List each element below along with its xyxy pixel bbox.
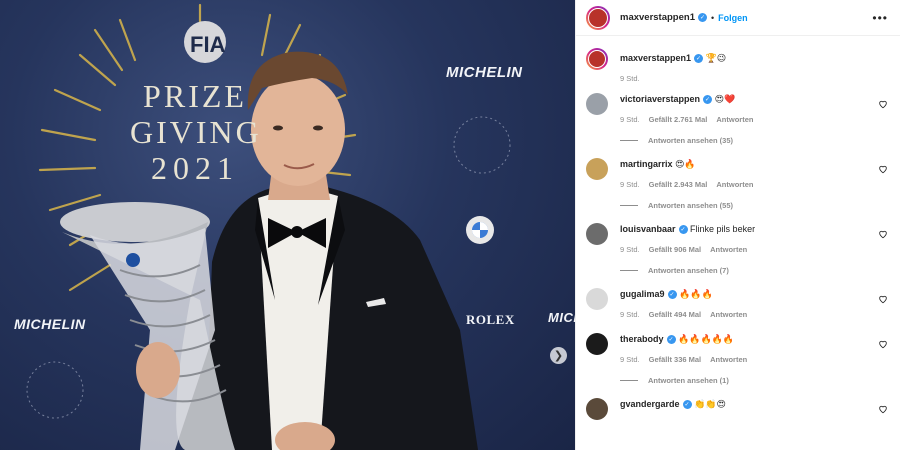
comment-text: 😍❤️ [714, 94, 736, 104]
comment-likes[interactable]: Gefällt 2.943 Mal [649, 180, 708, 189]
michelin-logo-left: MICHELIN [14, 316, 86, 332]
like-heart-icon[interactable] [878, 229, 888, 239]
comment-username[interactable]: martingarrix [620, 159, 673, 169]
comment-text: 😍🔥 [675, 159, 696, 169]
comments-list: maxverstappen1 ✓ 🏆😉 9 Std. victoriaversta… [576, 36, 900, 420]
reply-button[interactable]: Antworten [710, 245, 747, 254]
reply-button[interactable]: Antworten [710, 355, 747, 364]
comment-item: therabody ✓ 🔥🔥🔥🔥🔥 9 Std. Gefällt 336 Mal … [586, 333, 890, 385]
comment-time: 9 Std. [620, 245, 640, 254]
comment-time: 9 Std. [620, 115, 640, 124]
author-avatar[interactable] [586, 5, 610, 30]
commenter-avatar[interactable] [586, 288, 608, 310]
commenter-avatar[interactable] [586, 93, 608, 115]
comment-username[interactable]: victoriaverstappen [620, 94, 700, 104]
emblem-right [453, 116, 511, 174]
comment-text: 🔥🔥🔥 [679, 289, 713, 299]
verified-icon: ✓ [682, 400, 692, 410]
reply-button[interactable]: Antworten [716, 180, 753, 189]
view-replies-button[interactable]: Antworten ansehen (35) [620, 136, 890, 145]
comment-username[interactable]: louisvanbaar [620, 224, 676, 234]
comment-time: 9 Std. [620, 180, 640, 189]
post-header: maxverstappen1 ✓ • Folgen ••• [576, 0, 900, 36]
caption-text: 🏆😉 [705, 53, 727, 63]
verified-icon: ✓ [703, 95, 713, 105]
svg-text:FIA: FIA [190, 32, 226, 57]
caption-username[interactable]: maxverstappen1 [620, 53, 691, 63]
comment-likes[interactable]: Gefällt 494 Mal [649, 310, 702, 319]
caption: maxverstappen1 ✓ 🏆😉 9 Std. [586, 48, 890, 83]
comment-likes[interactable]: Gefällt 906 Mal [649, 245, 702, 254]
verified-icon: ✓ [697, 13, 707, 22]
like-heart-icon[interactable] [878, 404, 888, 414]
replies-divider [620, 140, 638, 141]
michelin-logo-top: MICHELIN [446, 64, 523, 81]
commenter-avatar[interactable] [586, 398, 608, 420]
view-replies-button[interactable]: Antworten ansehen (55) [620, 201, 890, 210]
replies-divider [620, 205, 638, 206]
comment-item: martingarrix 😍🔥 9 Std. Gefällt 2.943 Mal… [586, 158, 890, 210]
caption-time: 9 Std. [620, 74, 640, 83]
author-avatar-caption[interactable] [586, 48, 608, 70]
comment-text: 🔥🔥🔥🔥🔥 [678, 334, 735, 344]
emblem-left [26, 361, 84, 419]
separator-dot: • [710, 12, 715, 23]
verified-icon: ✓ [667, 290, 677, 300]
comment-item: gugalima9 ✓ 🔥🔥🔥 9 Std. Gefällt 494 Mal An… [586, 288, 890, 319]
comment-item: louisvanbaar ✓ Flinke pils beker 9 Std. G… [586, 223, 890, 275]
rolex-logo: ROLEX [466, 312, 515, 327]
like-heart-icon[interactable] [878, 339, 888, 349]
replies-divider [620, 270, 638, 271]
verified-icon: ✓ [678, 225, 688, 235]
comment-username[interactable]: gvandergarde [620, 399, 680, 409]
like-heart-icon[interactable] [878, 294, 888, 304]
author-username[interactable]: maxverstappen1 [620, 12, 695, 23]
comment-text: 👏👏😍 [694, 399, 726, 409]
trophy [60, 202, 235, 450]
replies-divider [620, 380, 638, 381]
comment-likes[interactable]: Gefällt 2.761 Mal [649, 115, 708, 124]
comment-text: Flinke pils beker [690, 224, 756, 234]
comment-item: gvandergarde ✓ 👏👏😍 [586, 398, 890, 420]
like-heart-icon[interactable] [878, 164, 888, 174]
post-photo[interactable]: FIA PRIZE GIVING 2021 MICHELIN MICHELIN … [0, 0, 575, 450]
view-replies-button[interactable]: Antworten ansehen (7) [620, 266, 890, 275]
commenter-avatar[interactable] [586, 158, 608, 180]
comment-item: victoriaverstappen ✓ 😍❤️ 9 Std. Gefällt 2… [586, 93, 890, 145]
like-heart-icon[interactable] [878, 99, 888, 109]
comment-time: 9 Std. [620, 310, 640, 319]
event-title: PRIZE GIVING 2021 [130, 78, 262, 186]
verified-icon: ✓ [666, 335, 676, 345]
reply-button[interactable]: Antworten [710, 310, 747, 319]
verified-icon: ✓ [694, 54, 704, 64]
next-image-arrow[interactable]: ❯ [550, 347, 567, 364]
comment-username[interactable]: gugalima9 [620, 289, 665, 299]
reply-button[interactable]: Antworten [716, 115, 753, 124]
comment-time: 9 Std. [620, 355, 640, 364]
view-replies-button[interactable]: Antworten ansehen (1) [620, 376, 890, 385]
commenter-avatar[interactable] [586, 333, 608, 355]
more-options-icon[interactable]: ••• [872, 11, 888, 25]
comment-username[interactable]: therabody [620, 334, 664, 344]
comment-likes[interactable]: Gefällt 336 Mal [649, 355, 702, 364]
michelin-logo-right: MICHELIN [548, 310, 575, 325]
follow-button[interactable]: Folgen [718, 13, 748, 23]
commenter-avatar[interactable] [586, 223, 608, 245]
comments-sidebar: maxverstappen1 ✓ • Folgen ••• maxverstap… [575, 0, 900, 450]
